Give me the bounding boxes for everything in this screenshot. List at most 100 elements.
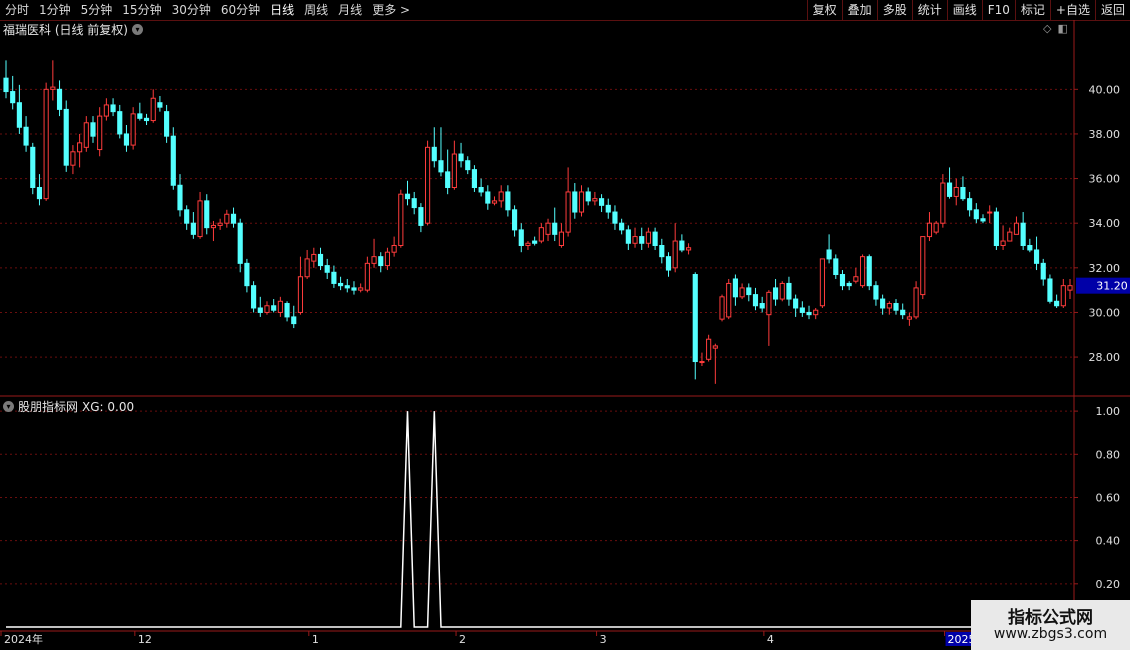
- candle-body: [438, 160, 444, 173]
- time-tick-label: 2024年: [4, 632, 43, 646]
- stock-chart[interactable]: 28.00 30.00 32.00 34.00 36.00 38.00 40.00 0.20 0…: [0, 0, 1130, 650]
- candle-body: [157, 102, 163, 108]
- candle-body: [190, 222, 196, 235]
- candle-body: [813, 309, 819, 316]
- candle-body: [70, 151, 76, 166]
- price-tick-label: 36.00: [1089, 173, 1121, 186]
- candle: [619, 218, 625, 235]
- candle: [77, 133, 83, 168]
- candle: [1033, 236, 1040, 271]
- candle-body: [137, 113, 143, 119]
- candle: [672, 223, 678, 273]
- candle: [445, 149, 451, 195]
- candle-body: [251, 285, 257, 309]
- candle: [652, 227, 658, 250]
- candle: [980, 214, 986, 224]
- candle: [786, 276, 792, 306]
- candle: [685, 243, 692, 255]
- candle: [83, 116, 89, 152]
- chevron-down-icon[interactable]: ▾: [3, 401, 14, 412]
- diamond-icon[interactable]: ◇: [1043, 22, 1051, 35]
- candle-body: [532, 240, 538, 244]
- candle-body: [505, 191, 511, 211]
- candle-body: [311, 253, 317, 262]
- candle-body: [1020, 222, 1026, 247]
- chevron-down-icon[interactable]: ▾: [132, 23, 143, 35]
- candle: [732, 274, 738, 306]
- candle-body: [485, 191, 491, 204]
- candle-body: [351, 287, 357, 291]
- candle: [906, 312, 912, 326]
- candle: [491, 196, 498, 206]
- candle-body: [378, 256, 384, 267]
- candle-body: [799, 307, 805, 313]
- candle: [324, 258, 330, 279]
- candle-body: [371, 256, 377, 264]
- candle: [518, 223, 524, 253]
- candle-body: [83, 122, 89, 148]
- candle: [692, 272, 698, 380]
- window-toggle-icon[interactable]: ◧: [1057, 22, 1067, 35]
- candle: [217, 218, 223, 230]
- candle: [143, 113, 150, 126]
- candle: [940, 174, 946, 228]
- candle-body: [572, 191, 578, 213]
- indicator-tick-label: 1.00: [1096, 405, 1121, 418]
- candle-body: [150, 97, 156, 122]
- candle-body: [1067, 285, 1073, 291]
- candle: [164, 104, 170, 143]
- candle-body: [880, 298, 886, 309]
- last-price-label: 31.20: [1096, 280, 1128, 293]
- candle-body: [538, 227, 544, 242]
- candle-body: [665, 256, 672, 271]
- candle: [237, 218, 243, 273]
- candle: [431, 127, 437, 168]
- candle-body: [685, 247, 692, 251]
- candle: [746, 283, 752, 302]
- candle: [338, 276, 344, 291]
- time-tick-label: 4: [767, 633, 774, 646]
- candle: [43, 82, 49, 201]
- candle: [451, 140, 457, 190]
- candle: [3, 60, 9, 99]
- candle-body: [967, 198, 973, 211]
- candle-body: [1040, 262, 1046, 280]
- candle: [953, 178, 959, 206]
- price-tick-label: 28.00: [1089, 351, 1121, 364]
- price-tick-label: 32.00: [1089, 262, 1121, 275]
- candle-body: [230, 213, 237, 224]
- candle-body: [699, 361, 705, 364]
- candle-body: [592, 198, 598, 202]
- candle: [739, 283, 745, 300]
- candle: [1060, 278, 1066, 308]
- candle: [726, 278, 732, 320]
- candle: [404, 180, 411, 206]
- candle: [572, 183, 578, 219]
- candle: [967, 191, 973, 217]
- candle: [525, 241, 531, 250]
- indicator-tick-label: 0.60: [1096, 491, 1121, 504]
- candle: [545, 218, 551, 242]
- candle-body: [277, 300, 283, 313]
- candle-body: [1054, 300, 1060, 307]
- candle: [478, 178, 484, 197]
- candle: [833, 254, 839, 279]
- candle: [793, 294, 799, 317]
- candle: [63, 100, 69, 172]
- candle-body: [552, 222, 558, 235]
- candle: [538, 223, 544, 244]
- candle-body: [906, 316, 912, 320]
- candle: [150, 89, 156, 123]
- candle: [505, 185, 511, 217]
- candle: [532, 236, 538, 246]
- candle-body: [632, 236, 638, 244]
- candle-body: [338, 282, 344, 287]
- candle-body: [418, 207, 424, 226]
- candle: [391, 236, 397, 257]
- candle-body: [271, 305, 277, 311]
- candle-body: [478, 186, 484, 193]
- candle-body: [759, 303, 765, 309]
- candle-body: [123, 133, 130, 146]
- candle-body: [786, 282, 792, 300]
- candle: [645, 227, 651, 248]
